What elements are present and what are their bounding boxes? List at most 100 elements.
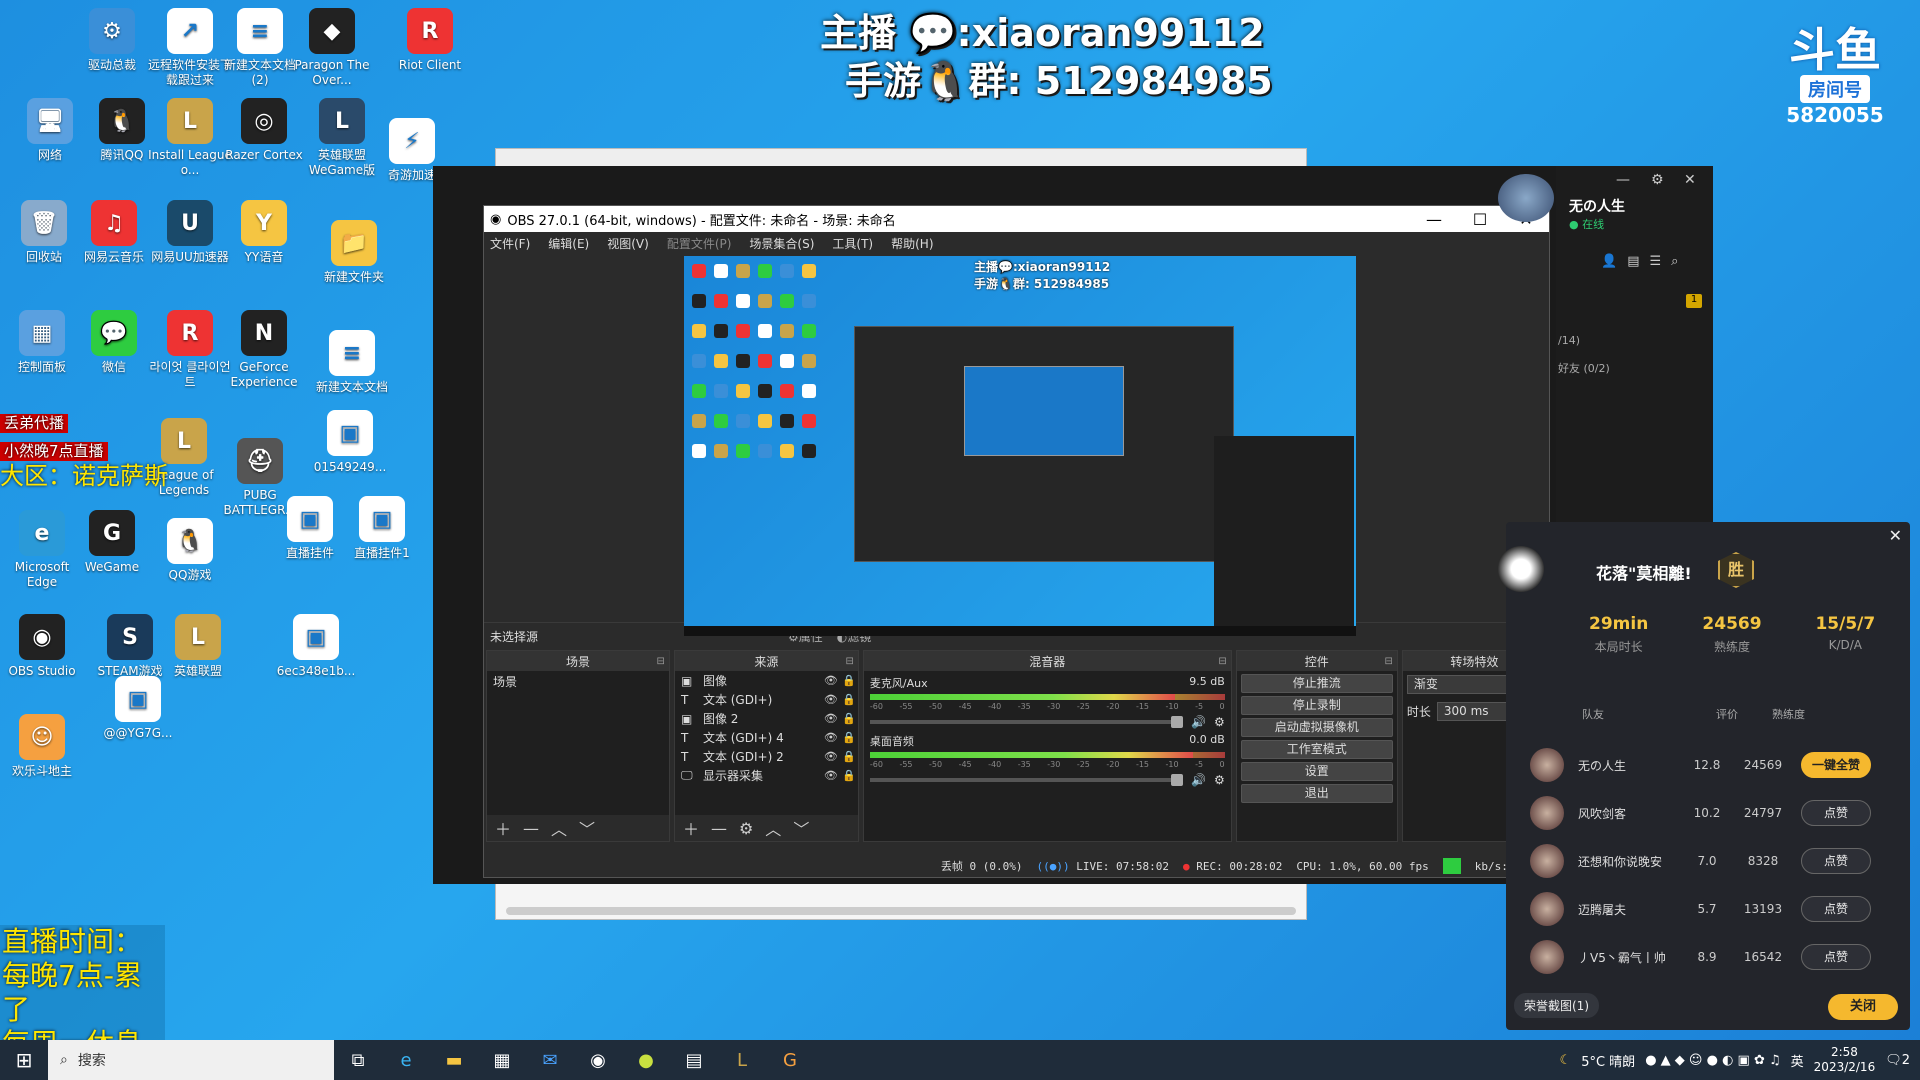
desktop-icon[interactable]: U 网易UU加速器 xyxy=(148,200,232,265)
desktop-icon[interactable]: N GeForce Experience xyxy=(222,310,306,390)
like-button[interactable]: 点赞 xyxy=(1801,944,1871,970)
desktop-icon[interactable]: ▣ 6ec348e1b... xyxy=(274,614,358,679)
obs-taskbar-icon[interactable]: ◉ xyxy=(574,1040,622,1080)
task-view-icon[interactable]: ⧉ xyxy=(334,1040,382,1080)
like-button[interactable]: 点赞 xyxy=(1801,848,1871,874)
desktop-icon[interactable]: R Riot Client xyxy=(388,8,472,73)
taskbar-search[interactable]: ⌕ 搜索 xyxy=(48,1040,334,1080)
remove-source-icon[interactable]: — xyxy=(711,819,727,838)
desktop-icon[interactable]: G WeGame xyxy=(70,510,154,575)
desktop-icon[interactable]: Y YY语音 xyxy=(222,200,306,265)
speaker-icon[interactable]: 🔊 xyxy=(1191,773,1206,787)
list-icon[interactable]: ☰ xyxy=(1649,254,1671,269)
source-item[interactable]: 🖵 显示器采集 👁 🔒 xyxy=(675,766,858,785)
desktop-icon[interactable]: ◆ Paragon The Over... xyxy=(290,8,374,88)
lock-icon[interactable]: 🔒 xyxy=(840,731,858,744)
desktop-icon[interactable]: L Install League o... xyxy=(148,98,232,178)
desktop-icon[interactable]: ▣ 直播挂件1 xyxy=(340,496,424,561)
chat-minimize-icon[interactable]: — xyxy=(1616,172,1630,188)
obs-menu-item[interactable]: 文件(F) xyxy=(490,235,530,252)
league-taskbar-icon[interactable]: L xyxy=(718,1040,766,1080)
chat-settings-icon[interactable]: ⚙ xyxy=(1651,172,1664,188)
channel-settings-icon[interactable]: ⚙ xyxy=(1214,773,1225,787)
remove-scene-icon[interactable]: — xyxy=(523,819,539,838)
lock-icon[interactable]: 🔒 xyxy=(840,693,858,706)
obs-menu-item[interactable]: 配置文件(P) xyxy=(667,235,732,252)
visibility-eye-icon[interactable]: 👁 xyxy=(822,769,840,782)
clock[interactable]: 2:58 2023/2/16 xyxy=(1814,1045,1876,1075)
maximize-icon[interactable]: ☐ xyxy=(1457,210,1503,229)
lock-icon[interactable]: 🔒 xyxy=(840,769,858,782)
source-item[interactable]: T 文本 (GDI+) 2 👁 🔒 xyxy=(675,747,858,766)
scene-item[interactable]: 场景 xyxy=(487,671,669,692)
source-settings-icon[interactable]: ⚙ xyxy=(739,819,753,838)
obs-menu-item[interactable]: 视图(V) xyxy=(607,235,649,252)
add-source-icon[interactable]: ＋ xyxy=(683,816,699,840)
stream-preview[interactable]: 主播💬:xiaoran99112 手游🐧群: 512984985 xyxy=(684,256,1356,636)
edge-icon[interactable]: e xyxy=(382,1040,430,1080)
desktop-icon[interactable]: ⚙ 驱动总裁 xyxy=(70,8,154,73)
visibility-eye-icon[interactable]: 👁 xyxy=(822,712,840,725)
store-icon[interactable]: ▦ xyxy=(478,1040,526,1080)
wegame-icon[interactable]: ● xyxy=(622,1040,670,1080)
visibility-eye-icon[interactable]: 👁 xyxy=(822,674,840,687)
lock-icon[interactable]: 🔒 xyxy=(840,750,858,763)
desktop-icon[interactable]: R 라이엇 클라이언트 xyxy=(148,310,232,390)
control-button[interactable]: 启动虚拟摄像机 xyxy=(1240,718,1393,737)
source-item[interactable]: T 文本 (GDI+) 4 👁 🔒 xyxy=(675,728,858,747)
desktop-icon[interactable]: 💬 微信 xyxy=(72,310,156,375)
channel-settings-icon[interactable]: ⚙ xyxy=(1214,715,1225,729)
minimize-icon[interactable]: — xyxy=(1411,210,1457,229)
add-friend-icon[interactable]: 👤 xyxy=(1601,254,1627,269)
weather-text[interactable]: 5°C 晴朗 xyxy=(1581,1051,1635,1070)
ime-indicator[interactable]: 英 xyxy=(1791,1051,1804,1070)
volume-knob[interactable] xyxy=(1171,774,1184,786)
app-taskbar-icon[interactable]: ▤ xyxy=(670,1040,718,1080)
lock-icon[interactable]: 🔒 xyxy=(840,712,858,725)
notification-icon[interactable]: 🗨2 xyxy=(1885,1053,1910,1068)
volume-slider[interactable] xyxy=(869,774,1184,786)
add-scene-icon[interactable]: ＋ xyxy=(495,816,511,840)
obs-menu-item[interactable]: 帮助(H) xyxy=(891,235,933,252)
stats-close-icon[interactable]: ✕ xyxy=(1889,526,1902,545)
obs-titlebar[interactable]: ◉ OBS 27.0.1 (64-bit, windows) - 配置文件: 未… xyxy=(484,206,1549,232)
control-button[interactable]: 停止推流 xyxy=(1240,674,1393,693)
desktop-icon[interactable]: ▣ @@YG7G... xyxy=(96,676,180,741)
mail-icon[interactable]: ✉ xyxy=(526,1040,574,1080)
speaker-icon[interactable]: 🔊 xyxy=(1191,715,1206,729)
source-item[interactable]: T 文本 (GDI+) 👁 🔒 xyxy=(675,690,858,709)
source-item[interactable]: ▣ 图像 👁 🔒 xyxy=(675,671,858,690)
stats-close-button[interactable]: 关闭 xyxy=(1828,994,1898,1020)
scene-down-icon[interactable]: ﹀ xyxy=(579,816,595,840)
obs-menu-item[interactable]: 场景集合(S) xyxy=(749,235,814,252)
honor-screenshot-button[interactable]: 荣誉截图(1) xyxy=(1514,993,1599,1018)
file-explorer-icon[interactable]: ▬ xyxy=(430,1040,478,1080)
control-button[interactable]: 停止录制 xyxy=(1240,696,1393,715)
obs-menu-item[interactable]: 编辑(E) xyxy=(548,235,589,252)
chat-group2[interactable]: 好友 (0/2) xyxy=(1558,360,1610,376)
visibility-eye-icon[interactable]: 👁 xyxy=(822,693,840,706)
desktop-icon[interactable]: ☺ 欢乐斗地主 xyxy=(0,714,84,779)
like-button[interactable]: 点赞 xyxy=(1801,800,1871,826)
folder-icon[interactable]: ▤ xyxy=(1627,254,1649,269)
control-button[interactable]: 退出 xyxy=(1240,784,1393,803)
scene-up-icon[interactable]: ︿ xyxy=(551,816,567,840)
like-button[interactable]: 一键全赞 xyxy=(1801,752,1871,778)
desktop-icon[interactable]: ≡ 新建文本文档 xyxy=(310,330,394,395)
desktop-icon[interactable]: ◉ OBS Studio xyxy=(0,614,84,679)
start-icon[interactable]: ⊞ xyxy=(0,1048,48,1072)
control-button[interactable]: 设置 xyxy=(1240,762,1393,781)
desktop-icon[interactable]: 🐧 QQ游戏 xyxy=(148,518,232,583)
desktop-icon[interactable]: ♫ 网易云音乐 xyxy=(72,200,156,265)
control-button[interactable]: 工作室模式 xyxy=(1240,740,1393,759)
tray-icons[interactable]: ● ▲ ◆ ☺ ● ◐ ▣ ✿ ♫ xyxy=(1645,1053,1780,1068)
chat-group1[interactable]: /14) xyxy=(1558,334,1580,347)
search-icon[interactable]: ⌕ xyxy=(1671,254,1688,269)
visibility-eye-icon[interactable]: 👁 xyxy=(822,750,840,763)
desktop-icon[interactable]: ▣ 01549249... xyxy=(308,410,392,475)
volume-slider[interactable] xyxy=(869,716,1184,728)
user-avatar[interactable] xyxy=(1498,174,1554,222)
source-item[interactable]: ▣ 图像 2 👁 🔒 xyxy=(675,709,858,728)
desktop-icon[interactable]: ◎ Razer Cortex xyxy=(222,98,306,163)
desktop-icon[interactable]: 📁 新建文件夹 xyxy=(312,220,396,285)
